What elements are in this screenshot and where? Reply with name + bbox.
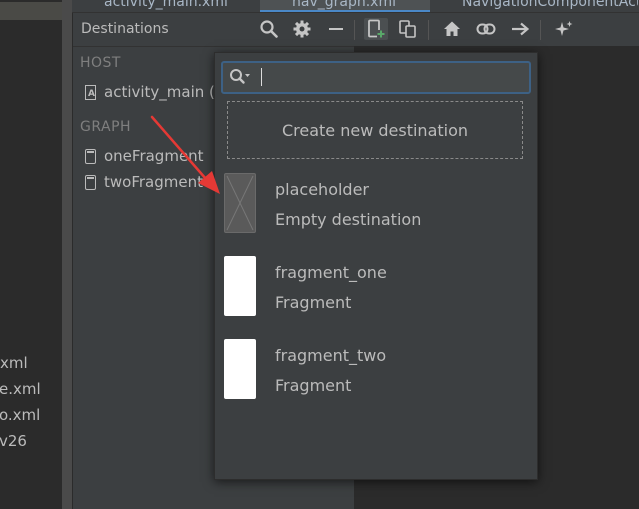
text-caret: [261, 68, 262, 86]
project-file-item[interactable]: xml: [0, 354, 28, 372]
destination-name: fragment_one: [275, 263, 387, 282]
editor-tab-strip: activity_main.xml nav_graph.xml Navigati…: [72, 0, 639, 13]
create-new-destination-button[interactable]: Create new destination: [227, 101, 523, 159]
auto-arrange-icon[interactable]: [552, 18, 576, 40]
nested-graph-icon[interactable]: [396, 18, 420, 40]
destination-item-placeholder[interactable]: placeholder Empty destination: [215, 173, 537, 239]
tab-activity-main[interactable]: activity_main.xml: [104, 0, 264, 12]
destination-item-fragment-two[interactable]: fragment_two Fragment: [215, 339, 537, 405]
annotation-arrow: [150, 115, 220, 194]
tab-nav-graph[interactable]: nav_graph.xml: [260, 0, 430, 12]
nav-editor-toolbar: [250, 13, 639, 46]
link-icon[interactable]: [474, 18, 498, 40]
layout-file-icon: [85, 84, 96, 100]
home-icon[interactable]: [440, 18, 464, 40]
active-tab-indicator: [260, 10, 430, 12]
toolbar-separator: [354, 20, 355, 40]
search-icon: [229, 68, 251, 86]
destination-name: fragment_two: [275, 346, 387, 365]
project-file-item[interactable]: v26: [0, 432, 27, 450]
host-item-activity-main[interactable]: activity_main (: [85, 82, 215, 102]
tab-navigation-component[interactable]: NavigationComponentActivity: [438, 0, 638, 12]
destination-item-fragment-one[interactable]: fragment_one Fragment: [215, 256, 537, 322]
fragment-icon: [85, 148, 96, 164]
minus-icon[interactable]: [324, 18, 348, 40]
search-icon[interactable]: [257, 18, 281, 40]
divider: [73, 46, 354, 47]
destination-type: Fragment: [275, 376, 352, 395]
fragment-thumbnail: [224, 339, 256, 399]
fragment-thumbnail: [224, 256, 256, 316]
toolbar-separator: [540, 20, 541, 40]
add-destination-popup: Create new destination placeholder Empty…: [214, 52, 538, 480]
project-selected-row[interactable]: [0, 2, 62, 20]
project-file-item[interactable]: e.xml: [0, 380, 41, 398]
host-section-label: HOST: [80, 55, 121, 71]
project-file-item[interactable]: o.xml: [0, 406, 40, 424]
new-destination-icon[interactable]: [364, 18, 388, 40]
project-scrollbar[interactable]: [62, 0, 72, 509]
graph-section-label: GRAPH: [80, 119, 132, 135]
destination-name: placeholder: [275, 180, 369, 199]
search-input[interactable]: [257, 66, 521, 88]
toolbar-separator: [428, 20, 429, 40]
destinations-title: Destinations: [81, 21, 169, 37]
destination-type: Empty destination: [275, 210, 422, 229]
destination-type: Fragment: [275, 293, 352, 312]
fragment-icon: [85, 174, 96, 190]
project-panel: xml e.xml o.xml v26: [0, 0, 62, 509]
arrow-right-icon[interactable]: [508, 18, 532, 40]
gear-icon[interactable]: [290, 18, 314, 40]
search-field[interactable]: [221, 61, 531, 94]
